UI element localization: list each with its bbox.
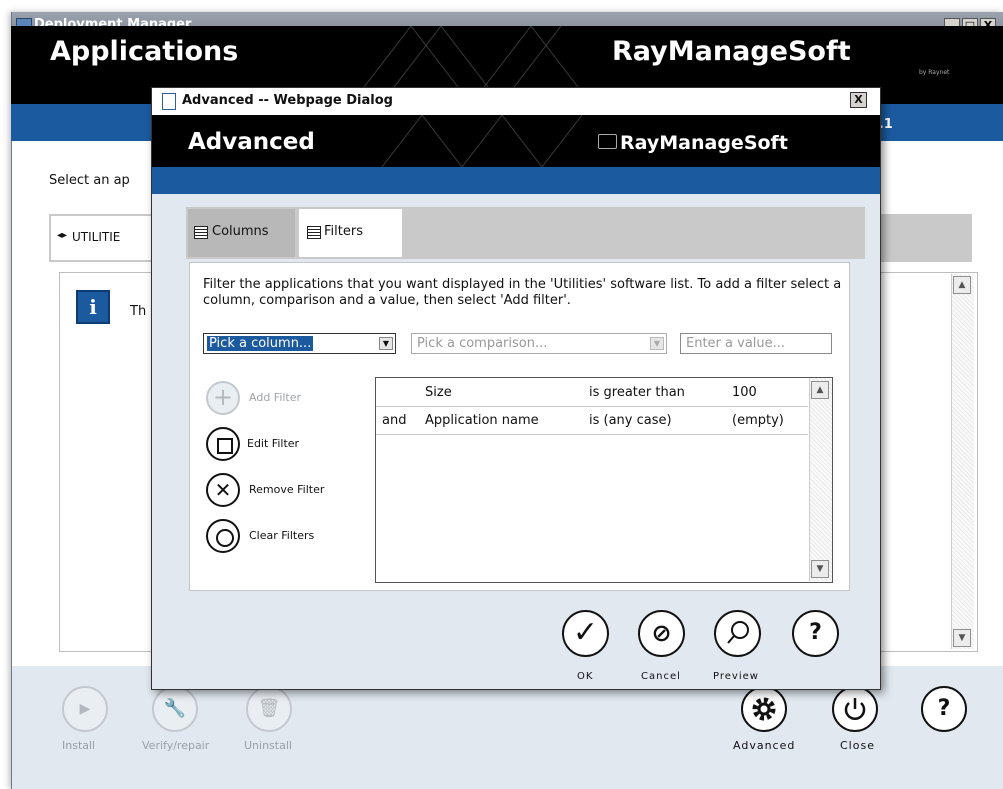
filter-comparison: is greater than xyxy=(589,385,685,400)
clear-filters-label: Clear Filters xyxy=(249,529,315,542)
value-input-placeholder: Enter a value... xyxy=(686,336,786,351)
column-select[interactable]: Pick a column... ▼ xyxy=(203,333,396,354)
dialog-titlebar[interactable]: Advanced -- Webpage Dialog X xyxy=(152,88,880,116)
dialog-heading: Advanced xyxy=(188,129,315,155)
filter-table: Size is greater than 100 and Application… xyxy=(375,377,833,583)
close-label: Close xyxy=(840,739,875,752)
table-scrollbar[interactable] xyxy=(809,378,832,581)
cancel-label: Cancel xyxy=(641,671,681,682)
tab-columns-label: Columns xyxy=(212,224,269,239)
info-message: Th xyxy=(130,304,147,319)
dialog-close-button[interactable]: X xyxy=(850,92,867,108)
plus-icon: + xyxy=(212,383,234,411)
advanced-button[interactable] xyxy=(741,686,787,732)
help-button[interactable]: ? xyxy=(921,686,967,732)
columns-icon xyxy=(194,226,208,239)
prohibited-icon: ⊘ xyxy=(651,619,672,647)
filters-icon xyxy=(307,226,321,239)
verify-repair-label: Verify/repair xyxy=(142,739,210,752)
cancel-button[interactable]: ⊘ xyxy=(638,610,685,657)
play-icon: ▶ xyxy=(79,701,91,717)
add-filter-label: Add Filter xyxy=(249,391,302,404)
value-input[interactable]: Enter a value... xyxy=(680,333,832,354)
chevron-down-icon: ▼ xyxy=(379,337,393,350)
table-scroll-down-button[interactable]: ▼ xyxy=(811,560,829,578)
list-scrollbar[interactable] xyxy=(951,274,974,649)
power-icon xyxy=(844,698,866,720)
preview-label: Preview xyxy=(713,671,759,682)
advanced-label: Advanced xyxy=(733,739,796,752)
dialog-blue-bar xyxy=(152,167,880,194)
brand-logo: RayManageSoft xyxy=(612,36,851,67)
scroll-down-button[interactable]: ▼ xyxy=(953,629,971,647)
add-filter-button[interactable]: + xyxy=(206,381,240,415)
tab-utilities-label: UTILITIE xyxy=(72,230,121,244)
column-select-value: Pick a column... xyxy=(207,336,314,351)
tab-columns[interactable]: Columns xyxy=(188,209,295,257)
uninstall-label: Uninstall xyxy=(244,739,292,752)
clear-filters-button[interactable] xyxy=(206,519,240,553)
ok-label: OK xyxy=(577,671,594,682)
close-icon: ✕ xyxy=(214,478,232,502)
select-instruction: Select an ap xyxy=(49,173,130,188)
page-title: Applications xyxy=(50,36,239,67)
checkmark-icon: ✓ xyxy=(572,615,599,650)
filter-column: Application name xyxy=(425,413,539,428)
preview-button[interactable] xyxy=(714,610,761,657)
edit-filter-button[interactable] xyxy=(206,427,240,461)
chevron-down-icon: ▼ xyxy=(650,337,664,350)
filter-value: 100 xyxy=(732,385,757,400)
verify-repair-button[interactable]: 🔧 xyxy=(152,686,198,732)
gear-icon xyxy=(752,697,776,721)
dialog-brand-logo: RayManageSoft xyxy=(620,132,788,154)
install-button[interactable]: ▶ xyxy=(62,686,108,732)
ok-button[interactable]: ✓ xyxy=(562,610,609,657)
brand-mark-icon xyxy=(598,134,617,149)
table-row[interactable]: and Application name is (any case) (empt… xyxy=(376,406,808,435)
filter-description: Filter the applications that you want di… xyxy=(203,277,842,308)
document-icon xyxy=(162,93,176,110)
brand-subtitle: by Raynet xyxy=(919,69,950,76)
table-scroll-up-button[interactable]: ▲ xyxy=(811,381,829,399)
table-row[interactable]: Size is greater than 100 xyxy=(376,378,808,407)
scroll-up-button[interactable]: ▲ xyxy=(953,276,971,294)
filter-join: and xyxy=(382,413,407,428)
remove-filter-label: Remove Filter xyxy=(249,483,325,496)
comparison-select[interactable]: Pick a comparison... ▼ xyxy=(411,333,667,354)
filter-comparison: is (any case) xyxy=(589,413,672,428)
tab-filters-label: Filters xyxy=(324,224,363,239)
advanced-dialog: Advanced -- Webpage Dialog X Advanced Ra… xyxy=(151,87,881,690)
install-label: Install xyxy=(62,739,96,752)
filter-column: Size xyxy=(425,385,452,400)
close-button[interactable] xyxy=(832,686,878,732)
info-icon: i xyxy=(76,290,110,324)
trash-icon: 🗑 xyxy=(257,698,281,719)
comparison-select-value: Pick a comparison... xyxy=(417,336,548,351)
uninstall-button[interactable]: 🗑 xyxy=(246,686,292,732)
filter-value: (empty) xyxy=(732,413,784,428)
square-icon xyxy=(217,438,233,454)
dialog-title: Advanced -- Webpage Dialog xyxy=(182,93,393,108)
remove-filter-button[interactable]: ✕ xyxy=(206,473,240,507)
wrench-icon: 🔧 xyxy=(163,698,187,719)
circle-icon xyxy=(216,529,234,547)
tab-arrows-icon: ◂▸ xyxy=(57,230,68,241)
magnifier-icon xyxy=(727,621,749,644)
tab-filters[interactable]: Filters xyxy=(299,209,402,257)
dialog-help-button[interactable]: ? xyxy=(792,610,839,657)
edit-filter-label: Edit Filter xyxy=(247,437,300,450)
